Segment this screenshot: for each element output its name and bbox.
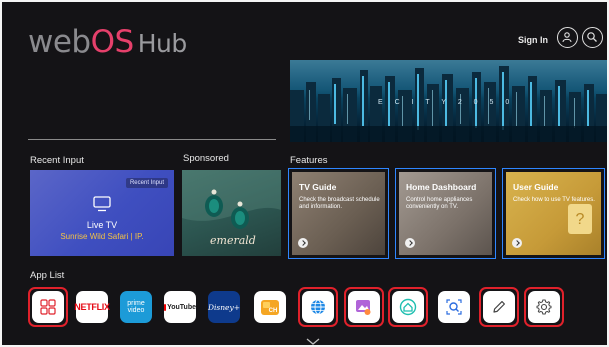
channels-icon: CH [261, 300, 279, 315]
prime-video-logo: prime video [120, 291, 152, 323]
svg-text:?: ? [576, 211, 585, 228]
home-icon [399, 298, 417, 316]
sponsor-brand: emerald [210, 234, 256, 247]
webos-hub-logo: webOS Hub [28, 24, 187, 60]
logo-web: web [28, 24, 91, 60]
app-channels[interactable]: CH [250, 287, 290, 327]
logo-os: OS [90, 24, 135, 60]
app-netflix[interactable]: NETFLIX [72, 287, 112, 327]
live-tv-subtitle: Sunrise Wild Safari | IP. [60, 232, 144, 241]
chevron-down-icon[interactable] [306, 338, 320, 345]
help-card-illustration: ? [568, 204, 592, 234]
pencil-icon [493, 301, 505, 313]
globe-icon [311, 299, 325, 315]
recent-input-label: Recent Input [30, 155, 84, 166]
search-icon [446, 299, 462, 315]
arrow-icon [512, 238, 522, 248]
sponsored-card[interactable]: emerald [182, 170, 281, 256]
sponsored-label: Sponsored [183, 153, 229, 164]
app-disney-plus[interactable]: Disney+ [204, 287, 244, 327]
disney-plus-logo: Disney+ [208, 291, 240, 323]
header-divider [28, 139, 276, 140]
feature-title: User Guide [513, 182, 559, 192]
live-tv-title: Live TV [86, 220, 118, 230]
netflix-logo: NETFLIX [74, 291, 110, 323]
gallery-icon [356, 300, 371, 315]
app-list: NETFLIX prime video YouTube Disney+ CH [2, 285, 607, 333]
youtube-label: YouTube [167, 303, 196, 311]
feature-user-guide[interactable]: User Guide Check how to use TV features.… [502, 168, 605, 259]
app-edit[interactable] [479, 287, 519, 327]
app-search[interactable] [434, 287, 474, 327]
feature-tv-guide[interactable]: TV Guide Check the broadcast schedule an… [288, 168, 389, 259]
arrow-icon [405, 238, 415, 248]
feature-title: TV Guide [299, 182, 337, 192]
youtube-logo: YouTube [164, 291, 196, 323]
feature-desc: Check the broadcast schedule and informa… [299, 197, 380, 210]
gear-icon [536, 299, 552, 315]
channels-label: CH [269, 308, 278, 314]
logo-hub: Hub [137, 29, 188, 58]
app-settings[interactable] [524, 287, 564, 327]
search-icon[interactable] [582, 27, 603, 48]
app-youtube[interactable]: YouTube [160, 287, 200, 327]
feature-title: Home Dashboard [406, 182, 477, 192]
recent-input-tag: Recent Input [125, 178, 168, 188]
tv-home-screen: webOS Hub Sign In E C I T Y 2 0 5 0 Rece… [2, 2, 607, 345]
play-icon [164, 303, 167, 311]
sign-in-link[interactable]: Sign In [518, 35, 548, 45]
grid-icon [40, 299, 56, 315]
features-label: Features [290, 155, 328, 166]
banner-text: E C I T Y 2 0 5 0 [378, 99, 515, 106]
live-tv-card[interactable]: Recent Input Live TV Sunrise Wild Safari… [30, 170, 174, 256]
app-prime-video[interactable]: prime video [116, 287, 156, 327]
app-gallery[interactable] [344, 287, 384, 327]
app-home[interactable] [388, 287, 428, 327]
app-web-browser[interactable] [298, 287, 338, 327]
channels-logo: CH [254, 291, 286, 323]
app-list-label: App List [30, 270, 65, 281]
user-icon[interactable] [557, 27, 578, 48]
tv-icon [93, 196, 111, 212]
promo-banner[interactable]: E C I T Y 2 0 5 0 [290, 60, 607, 142]
feature-home-dashboard[interactable]: Home Dashboard Control home appliances c… [395, 168, 496, 259]
feature-desc: Control home appliances conveniently on … [406, 197, 473, 210]
app-apps[interactable] [28, 287, 68, 327]
arrow-icon [298, 238, 308, 248]
